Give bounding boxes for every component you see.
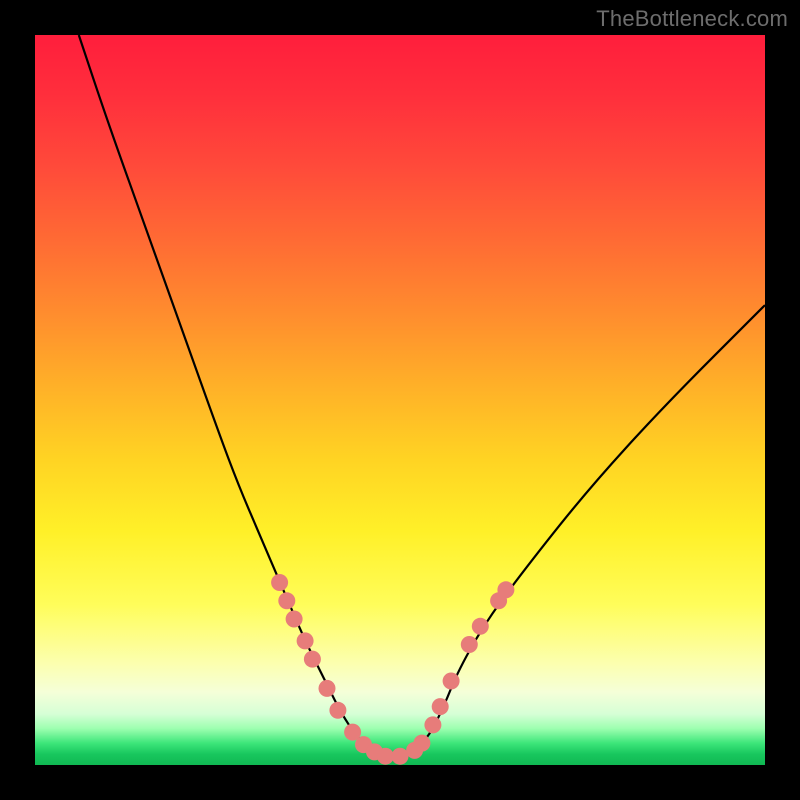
highlight-dot	[377, 748, 394, 765]
highlight-dot	[319, 680, 336, 697]
curve-layer	[35, 35, 765, 765]
highlight-dot	[443, 673, 460, 690]
highlight-dot	[278, 592, 295, 609]
highlight-dots	[271, 574, 514, 765]
highlight-dot	[297, 632, 314, 649]
highlight-dot	[424, 716, 441, 733]
highlight-dot	[497, 581, 514, 598]
highlight-dot	[461, 636, 478, 653]
attribution-text: TheBottleneck.com	[596, 6, 788, 32]
bottleneck-curve	[79, 35, 765, 758]
highlight-dot	[286, 611, 303, 628]
highlight-dot	[432, 698, 449, 715]
plot-area	[35, 35, 765, 765]
highlight-dot	[392, 748, 409, 765]
highlight-dot	[329, 702, 346, 719]
highlight-dot	[413, 735, 430, 752]
highlight-dot	[304, 651, 321, 668]
chart-stage: TheBottleneck.com	[0, 0, 800, 800]
highlight-dot	[472, 618, 489, 635]
highlight-dot	[271, 574, 288, 591]
